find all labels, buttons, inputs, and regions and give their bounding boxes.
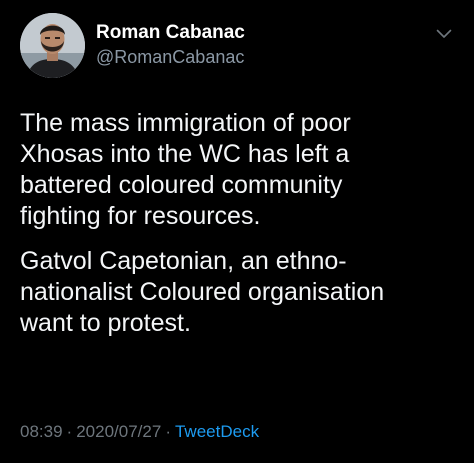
tweet-paragraph: Gatvol Capetonian, an ethno- nationalist… (20, 247, 385, 337)
author-names: Roman Cabanac @RomanCabanac (96, 22, 245, 68)
tweet-date[interactable]: 2020/07/27 (76, 422, 161, 441)
tweet-meta: 08:39 · 2020/07/27 · TweetDeck (20, 421, 259, 443)
tweet-card: Roman Cabanac @RomanCabanac The mass imm… (0, 0, 474, 463)
tweet-source-link[interactable]: TweetDeck (175, 422, 259, 441)
meta-separator: · (66, 422, 73, 441)
tweet-paragraph: The mass immigration of poor Xhosas into… (20, 109, 351, 230)
tweet-time[interactable]: 08:39 (20, 422, 63, 441)
tweet-text: The mass immigration of poor Xhosas into… (20, 108, 460, 353)
author-handle[interactable]: @RomanCabanac (96, 46, 245, 68)
profile-photo-icon (20, 13, 85, 78)
author-display-name[interactable]: Roman Cabanac (96, 22, 245, 44)
chevron-down-icon[interactable] (436, 26, 452, 38)
avatar[interactable] (20, 13, 85, 78)
meta-separator: · (165, 422, 171, 441)
